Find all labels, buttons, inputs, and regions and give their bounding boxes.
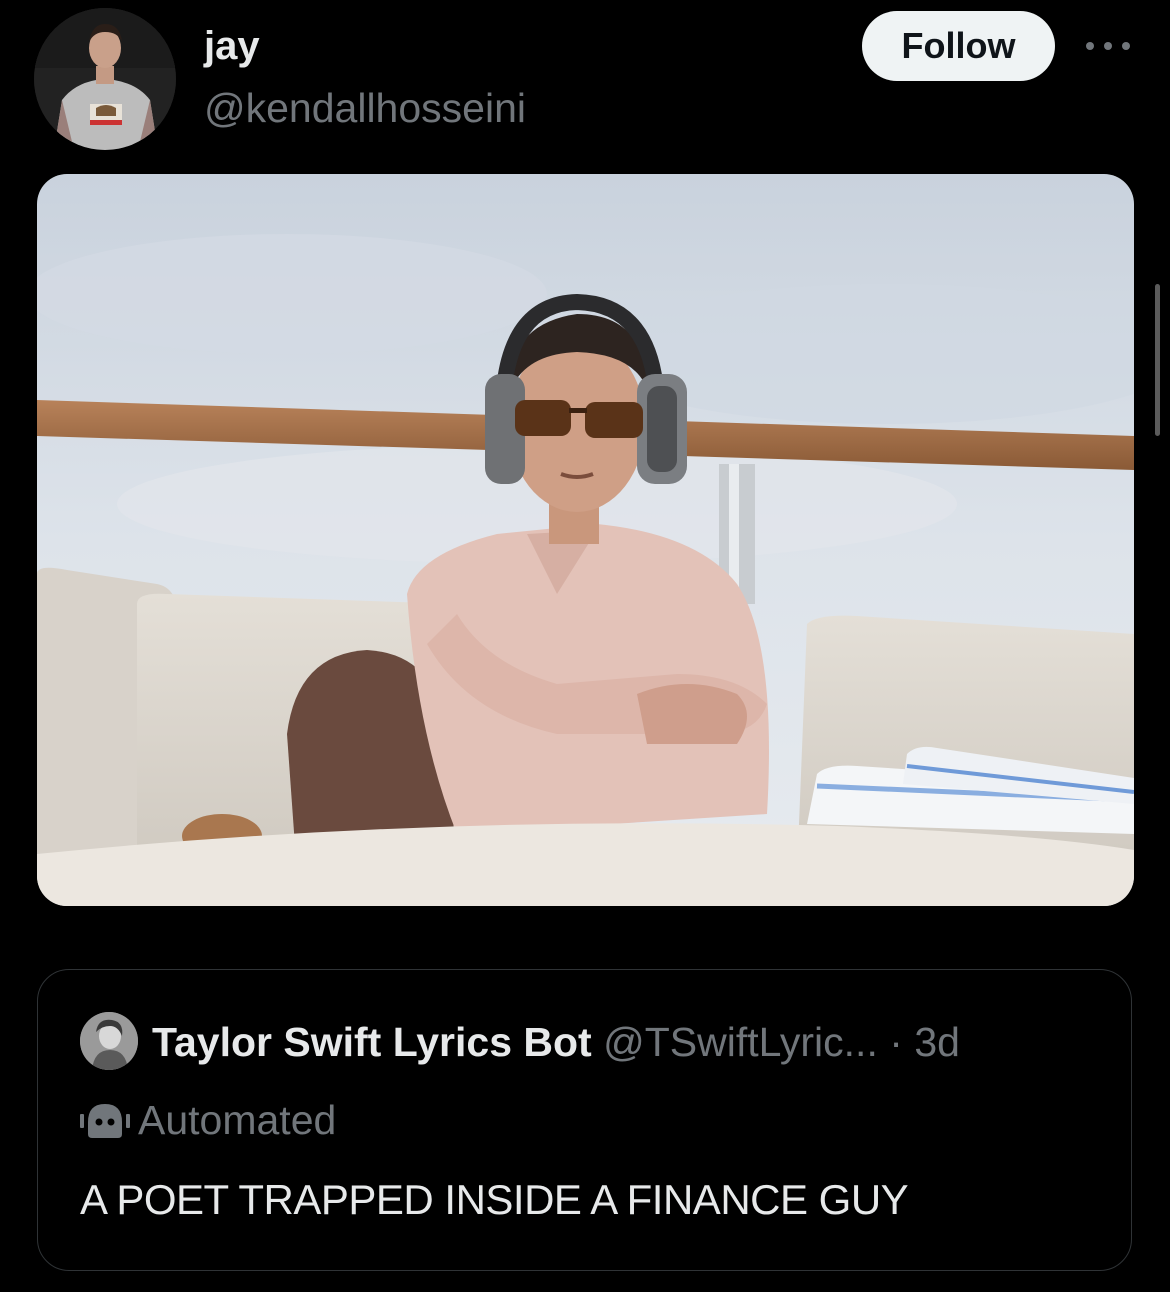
quoted-post-header: Taylor Swift Lyrics Bot @TSwiftLyric... … [152, 1016, 960, 1068]
automated-label: Automated [138, 1096, 337, 1143]
quoted-author-avatar[interactable] [80, 1012, 138, 1070]
separator-dot: · [889, 1019, 903, 1065]
follow-button[interactable]: Follow [862, 11, 1055, 81]
post-photo [37, 174, 1134, 906]
author-avatar-image [34, 8, 176, 150]
automated-badge: Automated [80, 1092, 336, 1148]
more-horizontal-icon[interactable] [1086, 38, 1130, 54]
author-avatar[interactable] [34, 8, 176, 150]
quoted-author-handle[interactable]: @TSwiftLyric... [603, 1019, 878, 1065]
more-dot [1104, 42, 1112, 50]
scrollbar[interactable] [1155, 284, 1160, 436]
quoted-post-text: A POET TRAPPED INSIDE A FINANCE GUY [80, 1176, 909, 1223]
quoted-author-avatar-image [80, 1012, 138, 1070]
author-display-name[interactable]: jay [204, 22, 260, 70]
author-handle[interactable]: @kendallhosseini [204, 84, 526, 132]
quoted-post-timestamp[interactable]: 3d [914, 1019, 960, 1065]
more-dot [1086, 42, 1094, 50]
quoted-author-name[interactable]: Taylor Swift Lyrics Bot [152, 1019, 592, 1065]
bot-icon [80, 1104, 130, 1138]
post-media-image[interactable] [37, 174, 1134, 906]
quoted-post-card[interactable]: Taylor Swift Lyrics Bot @TSwiftLyric... … [37, 969, 1132, 1271]
more-dot [1122, 42, 1130, 50]
